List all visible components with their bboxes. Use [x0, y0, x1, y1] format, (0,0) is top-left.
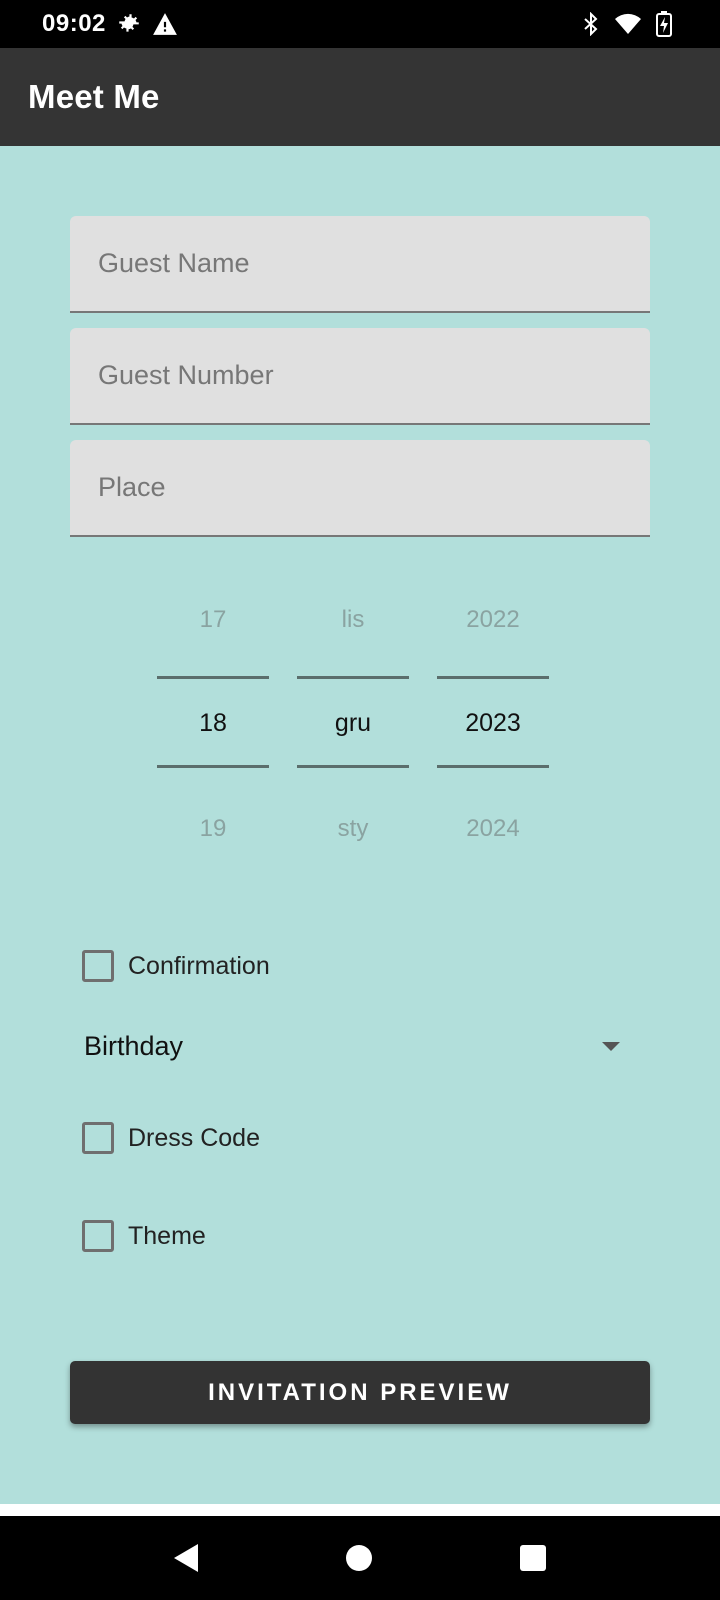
theme-label: Theme	[128, 1221, 206, 1250]
theme-checkbox-row[interactable]: Theme	[82, 1220, 206, 1252]
day-prev[interactable]: 17	[157, 606, 269, 634]
system-nav-bar	[0, 1516, 720, 1600]
dress-code-checkbox[interactable]	[82, 1122, 114, 1154]
wifi-icon	[614, 13, 642, 35]
app-bar: Meet Me	[0, 48, 720, 146]
guest-number-field[interactable]	[70, 328, 650, 425]
status-left: 09:02	[42, 10, 178, 38]
status-right	[582, 11, 672, 37]
home-icon[interactable]	[346, 1545, 372, 1571]
day-divider-top	[157, 676, 269, 679]
status-time: 09:02	[42, 10, 106, 37]
event-type-value: Birthday	[84, 1030, 184, 1061]
month-selected[interactable]: gru	[297, 709, 409, 738]
form-content: 17 18 19 lis gru sty 2022 2023 2024 Conf…	[0, 146, 720, 1504]
dress-code-checkbox-row[interactable]: Dress Code	[82, 1122, 260, 1154]
month-divider-top	[297, 676, 409, 679]
place-field[interactable]	[70, 440, 650, 537]
day-selected[interactable]: 18	[157, 709, 269, 738]
event-type-dropdown[interactable]: Birthday	[84, 1026, 624, 1066]
confirmation-label: Confirmation	[128, 951, 270, 980]
back-icon[interactable]	[174, 1544, 198, 1572]
confirmation-checkbox[interactable]	[82, 950, 114, 982]
guest-name-input[interactable]	[98, 248, 650, 279]
guest-name-field[interactable]	[70, 216, 650, 313]
warning-icon	[152, 12, 178, 36]
dress-code-label: Dress Code	[128, 1123, 260, 1152]
day-divider-bottom	[157, 765, 269, 768]
theme-checkbox[interactable]	[82, 1220, 114, 1252]
year-prev[interactable]: 2022	[437, 606, 549, 634]
recents-icon[interactable]	[520, 1545, 546, 1571]
year-selected[interactable]: 2023	[437, 709, 549, 738]
place-input[interactable]	[98, 472, 650, 503]
confirmation-checkbox-row[interactable]: Confirmation	[82, 950, 270, 982]
bluetooth-icon	[582, 12, 600, 36]
year-divider-top	[437, 676, 549, 679]
app-title: Meet Me	[28, 78, 160, 115]
settings-gear-icon	[116, 11, 142, 37]
year-next[interactable]: 2024	[437, 815, 549, 843]
invitation-preview-button[interactable]: INVITATION PREVIEW	[70, 1361, 650, 1424]
month-prev[interactable]: lis	[297, 606, 409, 634]
status-bar: 09:02	[0, 0, 720, 48]
month-next[interactable]: sty	[297, 815, 409, 843]
day-next[interactable]: 19	[157, 815, 269, 843]
battery-icon	[656, 11, 672, 37]
month-divider-bottom	[297, 765, 409, 768]
dropdown-arrow-icon	[602, 1041, 620, 1051]
year-divider-bottom	[437, 765, 549, 768]
bottom-divider	[0, 1504, 720, 1516]
guest-number-input[interactable]	[98, 360, 650, 391]
